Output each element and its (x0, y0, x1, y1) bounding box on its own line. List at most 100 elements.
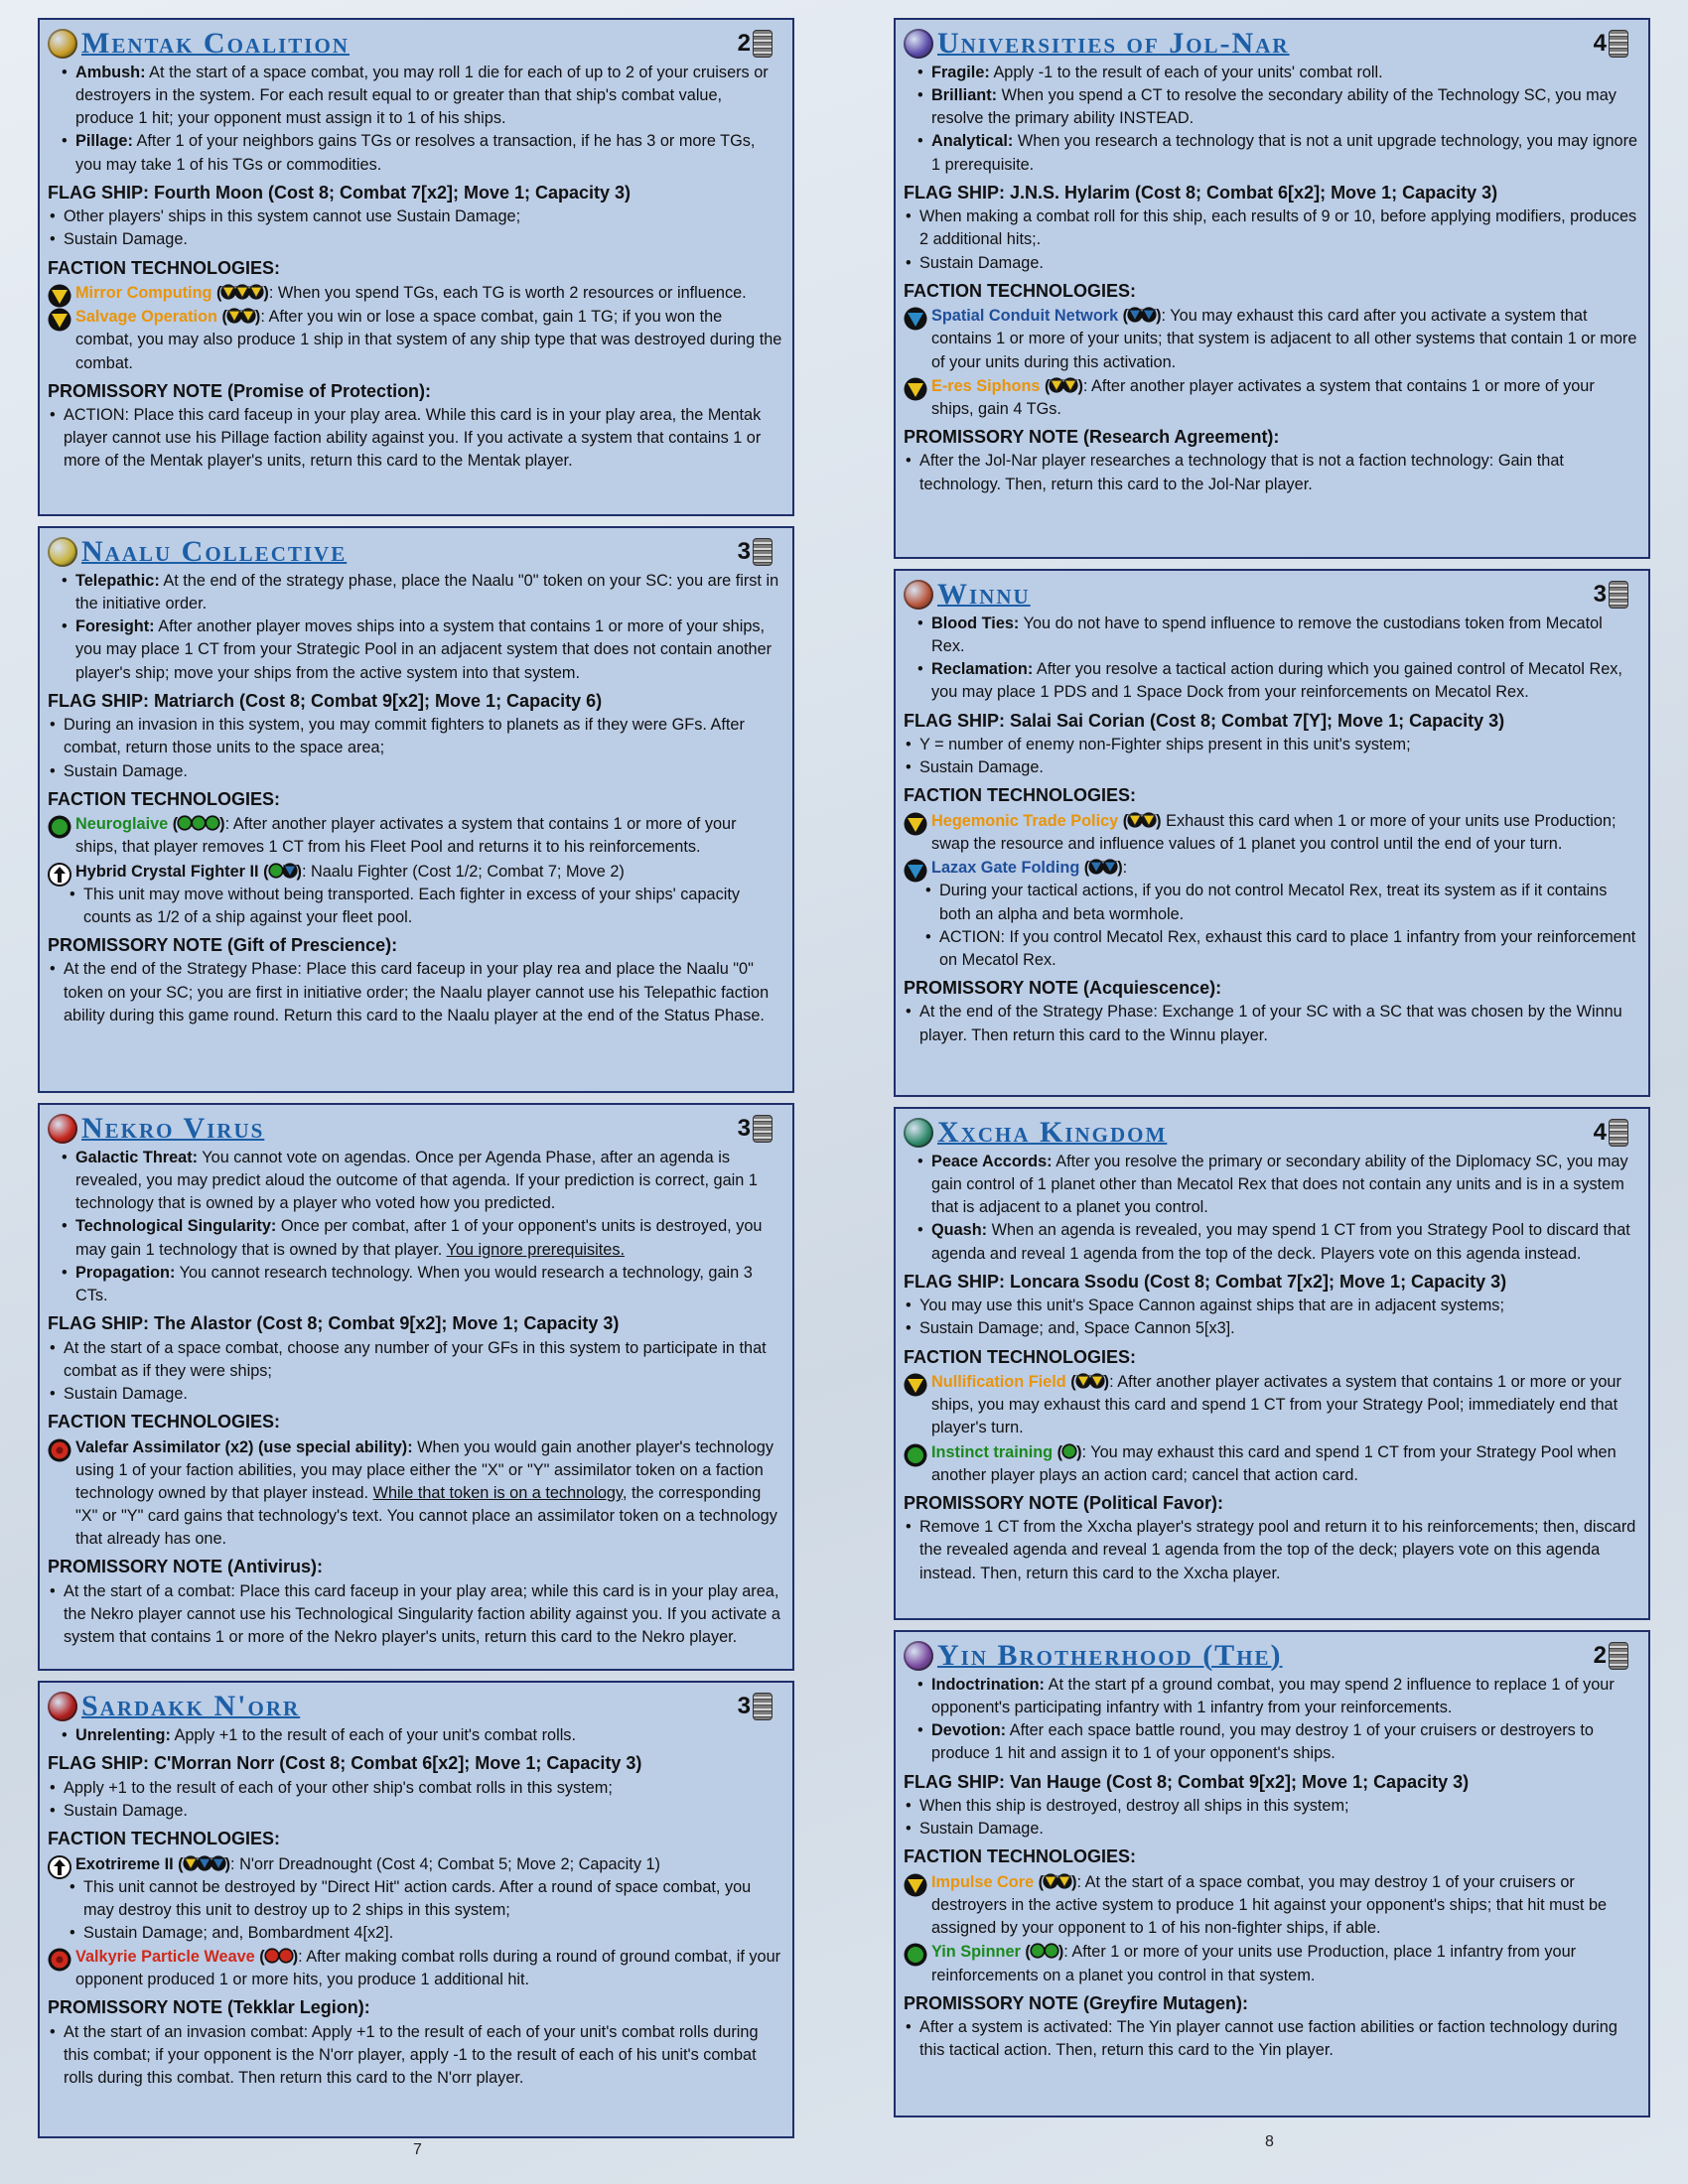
ability-item: Technological Singularity: Once per comb… (62, 1215, 782, 1261)
tech-prerequisites: () (258, 862, 302, 881)
ability-text: At the start of a space combat, you may … (75, 64, 769, 128)
tech-prerequisites: () (1040, 376, 1083, 395)
flagship-item-text: You may use this unit's Space Cannon aga… (919, 1297, 1504, 1315)
tech-name: Impulse Core (931, 1872, 1035, 1891)
faction-emblem-icon (904, 29, 933, 59)
tech-prerequisites: () (1034, 1872, 1077, 1891)
commodity-number: 4 (1593, 1118, 1607, 1146)
promissory-note-text: ACTION: Place this card faceup in your p… (64, 406, 762, 471)
tech-sub-items: This unit may move without being transpo… (48, 884, 782, 929)
commodity-stack-icon (1609, 29, 1628, 58)
faction-name: Sardakk N'orr (81, 1689, 301, 1722)
flagship-items: At the start of a space combat, choose a… (48, 1337, 782, 1407)
promissory-note-item: At the end of the Strategy Phase: Exchan… (906, 1001, 1638, 1046)
tech-name: Hegemonic Trade Policy (931, 811, 1119, 830)
flagship-item: Sustain Damage; and, Space Cannon 5[x3]. (906, 1317, 1638, 1340)
tech-name: Spatial Conduit Network (931, 307, 1119, 326)
tech-name: Yin Spinner (931, 1943, 1021, 1962)
promissory-note-title: PROMISSORY NOTE (Acquiescence): (904, 977, 1222, 998)
promissory-note-text: At the start of an invasion combat: Appl… (64, 2022, 759, 2088)
ability-name: Galactic Threat: (75, 1149, 199, 1166)
flagship-item-text: Sustain Damage. (64, 230, 188, 249)
flagship-item: Y = number of enemy non-Fighter ships pr… (906, 734, 1638, 756)
promissory-note-items: After the Jol-Nar player researches a te… (904, 450, 1638, 495)
green-prerequisite-icon (1044, 1943, 1059, 1959)
green-prerequisite-icon (1061, 1442, 1077, 1459)
tech-prerequisites: () (1118, 811, 1162, 830)
blue-prerequisite-icon (1141, 307, 1157, 323)
flagship-item: Sustain Damage. (906, 252, 1638, 275)
ability-name: Blood Ties: (931, 614, 1020, 632)
card-header: Nekro Virus 3 (48, 1111, 782, 1147)
faction-name: Xxcha Kingdom (937, 1115, 1168, 1149)
unit-upgrade-arrow-icon (48, 862, 71, 887)
flagship-item-text: Sustain Damage. (64, 1384, 188, 1403)
faction-tech: Valkyrie Particle Weave (): After making… (48, 1946, 782, 1991)
ability-text: When an agenda is revealed, you may spen… (931, 1221, 1630, 1263)
faction-tech: Yin Spinner (): After 1 or more of your … (904, 1941, 1638, 1986)
faction-abilities: Blood Ties: You do not have to spend inf… (904, 613, 1638, 705)
unit-upgrade-arrow-icon (48, 1854, 71, 1879)
commodity-number: 3 (737, 537, 751, 565)
flagship-item-text: Sustain Damage. (919, 1820, 1044, 1839)
tech-sub-item: During your tactical actions, if you do … (925, 880, 1638, 925)
flagship-item-text: At the start of a space combat, choose a… (64, 1338, 767, 1380)
tech-name: Instinct training (931, 1442, 1054, 1461)
commodity-value: 3 (738, 535, 773, 569)
faction-abilities: Indoctrination: At the start pf a ground… (904, 1674, 1638, 1766)
faction-tech: Exotrireme II (): N'orr Dreadnought (Cos… (48, 1853, 782, 1879)
faction-tech-title: FACTION TECHNOLOGIES: (904, 785, 1136, 806)
tech-name: Neuroglaive (75, 815, 169, 834)
promissory-note-items: At the start of a combat: Place this car… (48, 1580, 782, 1649)
tech-prerequisites: () (168, 815, 225, 834)
faction-tech-title: FACTION TECHNOLOGIES: (48, 1828, 280, 1848)
ability-item: Indoctrination: At the start pf a ground… (917, 1674, 1638, 1719)
flagship-title: FLAG SHIP: Van Hauge (Cost 8; Combat 9[x… (904, 1771, 1470, 1792)
ability-text: After 1 of your neighbors gains TGs or r… (75, 132, 756, 174)
ability-text: When you spend a CT to resolve the secon… (931, 86, 1617, 128)
faction-emblem-icon (48, 537, 77, 567)
promissory-note-item: Remove 1 CT from the Xxcha player's stra… (906, 1516, 1638, 1584)
commodity-value: 4 (1594, 1116, 1628, 1150)
ability-name: Reclamation: (931, 660, 1034, 679)
faction-card: Universities of Jol-Nar 4 Fragile: Apply -… (894, 18, 1650, 559)
promissory-note-title: PROMISSORY NOTE (Greyfire Mutagen): (904, 1992, 1249, 2013)
promissory-note-text: Remove 1 CT from the Xxcha player's stra… (919, 1518, 1636, 1582)
tech-sub-text: Sustain Damage; and, Bombardment 4[x2]. (83, 1923, 394, 1942)
ability-text: After you resolve a tactical action duri… (931, 660, 1622, 702)
tech-text: : Naalu Fighter (Cost 1/2; Combat 7; Mov… (301, 862, 625, 881)
flagship-item: Sustain Damage. (906, 1818, 1638, 1841)
yellow-triangle-icon (48, 308, 71, 332)
yellow-prerequisite-icon (1062, 377, 1079, 393)
flagship-items: When this ship is destroyed, destroy all… (904, 1795, 1638, 1841)
faction-name: Mentak Coalition (81, 26, 350, 60)
faction-abilities: Peace Accords: After you resolve the pri… (904, 1151, 1638, 1266)
ability-item: Unrelenting: Apply +1 to the result of e… (62, 1724, 782, 1747)
tech-sub-item: This unit cannot be destroyed by "Direct… (70, 1876, 782, 1922)
flagship-item: When making a combat roll for this ship,… (906, 205, 1638, 251)
tech-sub-text: During your tactical actions, if you do … (939, 882, 1608, 923)
flagship-item: Sustain Damage. (906, 756, 1638, 779)
faction-card: Mentak Coalition 2 Ambush: At the start of… (38, 18, 794, 516)
faction-tech-title: FACTION TECHNOLOGIES: (48, 1411, 280, 1432)
yellow-triangle-icon (904, 1373, 927, 1397)
tech-text: : N'orr Dreadnought (Cost 4; Combat 5; M… (230, 1854, 660, 1873)
promissory-note-items: At the end of the Strategy Phase: Place … (48, 958, 782, 1026)
promissory-note-text: After the Jol-Nar player researches a te… (919, 452, 1564, 493)
green-prerequisite-icon (205, 815, 220, 831)
red-circle-icon (48, 1948, 71, 1972)
yellow-prerequisite-icon (248, 284, 265, 300)
faction-emblem-icon (904, 1118, 933, 1148)
ability-text: You do not have to spend influence to re… (931, 614, 1603, 656)
flagship-title: FLAG SHIP: Loncara Ssodu (Cost 8; Combat… (904, 1271, 1507, 1292)
tech-prerequisites: () (1118, 307, 1162, 326)
faction-tech-title: FACTION TECHNOLOGIES: (904, 280, 1136, 301)
commodity-stack-icon (753, 1114, 773, 1143)
promissory-note-text: At the start of a combat: Place this car… (64, 1581, 780, 1647)
faction-tech: Neuroglaive (): After another player act… (48, 813, 782, 859)
faction-emblem-icon (904, 580, 933, 610)
commodity-number: 3 (737, 1692, 751, 1719)
yellow-prerequisite-icon (1089, 1373, 1105, 1389)
blue-prerequisite-icon (210, 1854, 226, 1871)
faction-tech: Salvage Operation (): After you win or l… (48, 306, 782, 374)
